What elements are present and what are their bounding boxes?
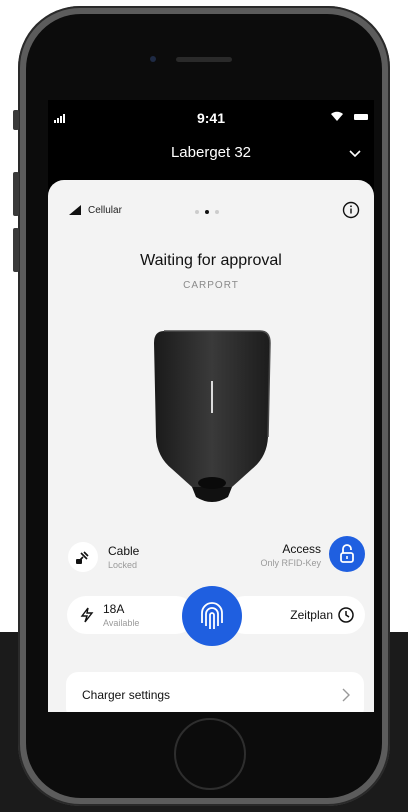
schedule-label: Zeitplan — [290, 608, 333, 622]
page-indicator — [195, 210, 219, 214]
volume-down-button — [13, 228, 19, 272]
page-dot[interactable] — [195, 210, 199, 214]
home-button[interactable] — [174, 718, 246, 790]
access-button[interactable] — [329, 536, 365, 572]
cable-status[interactable]: Cable Locked — [68, 538, 200, 576]
fingerprint-icon — [201, 602, 223, 629]
power-status-text: Available — [103, 618, 140, 628]
location-title[interactable]: Laberget 32 — [48, 144, 374, 161]
battery-icon — [354, 114, 368, 120]
connection-label: Cellular — [88, 204, 122, 216]
earpiece-speaker — [176, 57, 232, 62]
cellular-icon — [69, 205, 81, 215]
header: Laberget 32 — [48, 134, 374, 174]
charger-status-title: Waiting for approval — [140, 252, 282, 269]
access-status-text: Only RFID-Key — [260, 558, 321, 568]
page-dot[interactable] — [215, 210, 219, 214]
chevron-down-icon[interactable] — [348, 146, 362, 164]
charger-image — [142, 325, 282, 520]
page-dot-active[interactable] — [205, 210, 209, 214]
cable-lock-icon — [68, 542, 98, 572]
front-camera — [150, 56, 156, 62]
access-status[interactable]: Access Only RFID-Key — [205, 534, 365, 574]
cable-label: Cable — [108, 544, 140, 558]
lock-open-icon — [340, 544, 354, 563]
clock-time: 9:41 — [196, 110, 226, 126]
charger-settings-label: Charger settings — [82, 688, 171, 702]
access-label: Access — [282, 542, 321, 556]
fingerprint-button[interactable] — [182, 586, 242, 646]
volume-up-button — [13, 172, 19, 216]
charger-settings-row[interactable]: Charger settings — [66, 672, 364, 712]
chevron-right-icon — [342, 688, 350, 707]
schedule-button[interactable]: Zeitplan — [226, 596, 365, 634]
mute-switch — [13, 110, 19, 130]
connection-indicator: Cellular — [68, 204, 122, 216]
lightning-icon — [79, 607, 95, 628]
app-screen: 9:41 Laberget 32 Cellular Waiting for ap… — [48, 100, 374, 712]
info-icon[interactable] — [342, 201, 360, 224]
charger-location: CARPORT — [183, 280, 239, 291]
cable-status-text: Locked — [108, 560, 138, 570]
power-status[interactable]: 18A Available — [67, 596, 195, 634]
charger-card: Cellular Waiting for approval CARPORT Ca… — [48, 180, 374, 712]
status-bar: 9:41 — [48, 100, 374, 134]
power-value: 18A — [103, 602, 125, 616]
clock-icon — [337, 606, 355, 629]
wifi-icon — [330, 109, 344, 127]
